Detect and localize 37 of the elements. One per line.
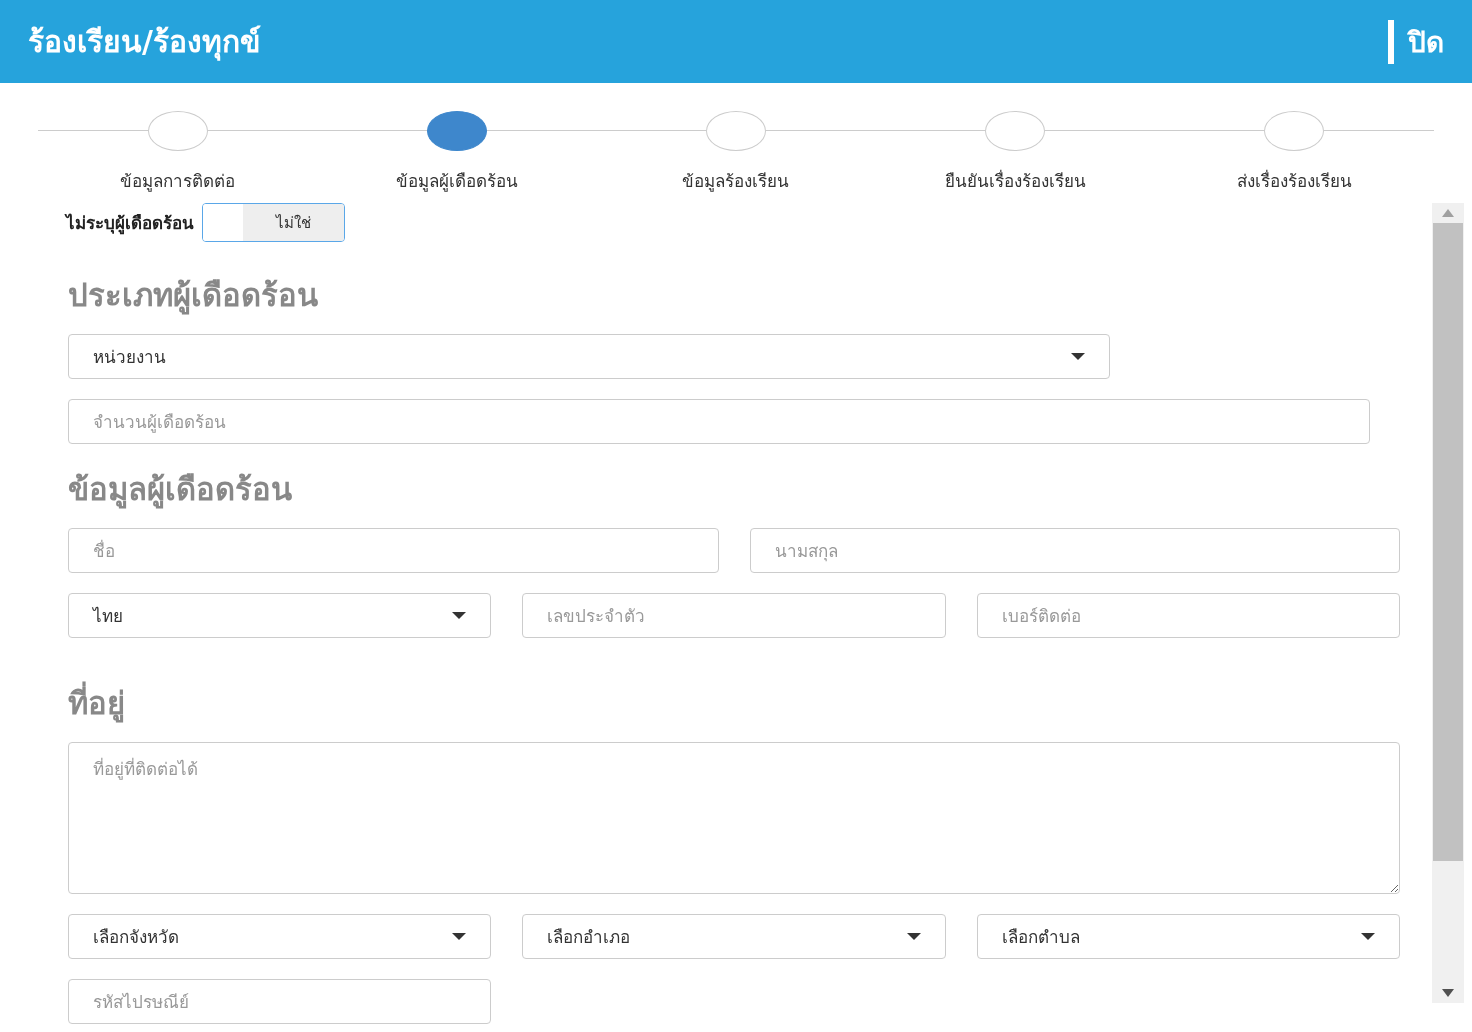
input-field[interactable]: นามสกุล [749,528,1400,573]
scrollbar[interactable] [1432,203,1464,1003]
toggle-switch[interactable]: ไม่ใช่ [202,203,345,242]
dropdown[interactable]: เลือกจังหวัด [68,914,492,959]
step-circle[interactable] [706,111,766,151]
input-field[interactable]: รหัสไปรษณีย์ [68,979,492,1024]
address-textarea[interactable]: ที่อยู่ที่ติดต่อได้ [68,742,1400,894]
step-label: ส่งเรื่องร้องเรียน [1236,168,1352,193]
input-field[interactable]: เบอร์ติดต่อ [976,593,1400,638]
step-label: ยืนยันเรื่องร้องเรียน [944,168,1086,193]
dropdown[interactable]: หน่วยงาน [68,334,1110,379]
section-heading: ประเภทผู้เดือดร้อน [68,276,319,317]
step-circle[interactable] [426,111,487,151]
step-label: ข้อมูลผู้เดือดร้อน [395,170,518,194]
step-label: ข้อมูลร้องเรียน [682,170,790,194]
dropdown[interactable]: ไทย [68,593,492,638]
caret-icon [452,612,467,619]
scroll-up-icon[interactable] [1442,209,1454,217]
section-heading: ที่อยู่ [68,678,1400,728]
section-heading: ข้อมูลผู้เดือดร้อน [68,470,293,511]
input-field[interactable]: จำนวนผู้เดือดร้อน [68,399,1370,444]
caret-icon [1361,933,1375,940]
divider-bar [1388,19,1394,64]
step-circle[interactable] [985,111,1046,151]
toggle-label: ไม่ระบุผู้เดือดร้อน [66,212,194,236]
dropdown[interactable]: เลือกตำบล [976,914,1400,959]
step-circle[interactable] [147,111,208,151]
dropdown[interactable]: เลือกอำเภอ [522,914,946,959]
caret-icon [906,933,921,940]
scroll-thumb[interactable] [1433,223,1463,861]
input-field[interactable]: เลขประจำตัว [522,593,946,638]
step-label: ข้อมูลการติดต่อ [120,170,236,194]
caret-icon [452,933,467,940]
page-title: ร้องเรียน/ร้องทุกข์ [28,23,261,63]
input-field[interactable]: ชื่อ [68,528,719,573]
caret-icon [1071,353,1085,360]
scroll-down-icon[interactable] [1442,989,1454,997]
